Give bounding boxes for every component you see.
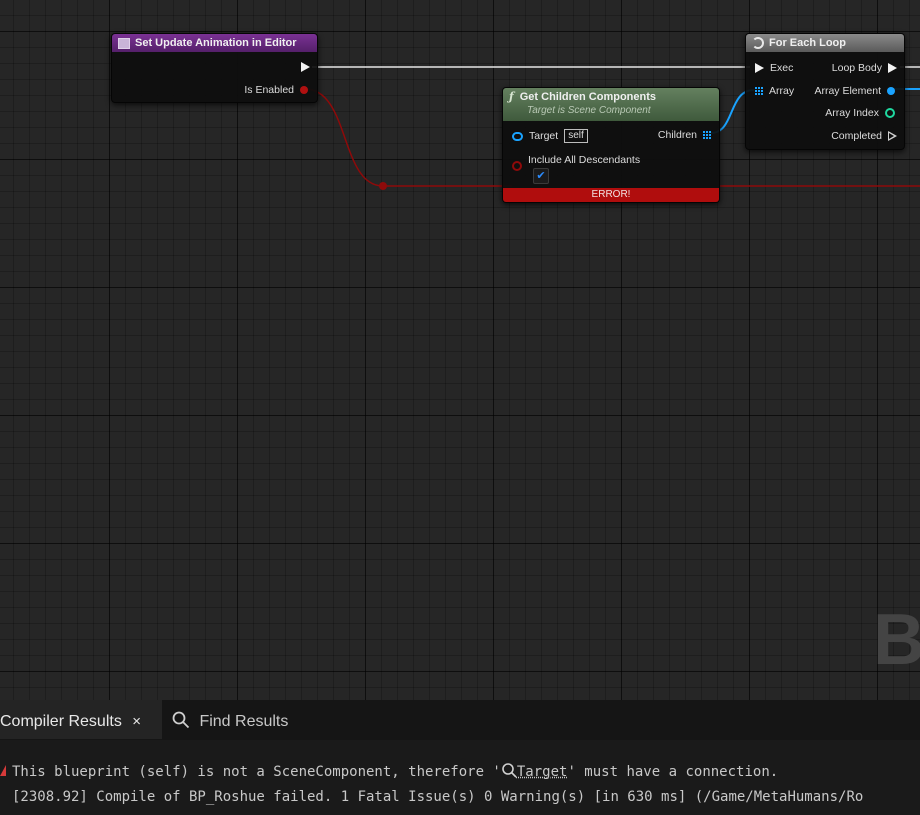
exec-arrow-outline-icon <box>888 131 897 141</box>
pin-label: Children <box>657 129 697 141</box>
tab-label: Compiler Results <box>0 713 122 730</box>
include-descendants-checkbox[interactable]: ✔ <box>533 168 549 184</box>
pin-label: Array Element <box>814 85 881 97</box>
compiler-results-panel: Compiler Results × Find Results This blu… <box>0 700 920 815</box>
is-enabled-pin[interactable]: Is Enabled <box>244 84 308 96</box>
bool-wire[interactable] <box>304 88 512 187</box>
node-for-each-loop[interactable]: For Each Loop Exec Array Loop Body Array… <box>745 33 905 150</box>
completed-pin[interactable]: Completed <box>831 130 897 142</box>
target-link[interactable]: Target <box>517 764 568 780</box>
pin-label: Array <box>769 85 795 97</box>
object-pin-icon <box>887 87 895 95</box>
target-pin[interactable]: Target self <box>512 129 588 143</box>
bool-pin-icon <box>512 161 522 171</box>
pin-label: Is Enabled <box>244 84 294 96</box>
node-set-update-animation[interactable]: Set Update Animation in Editor Is Enable… <box>111 33 318 103</box>
array-in-pin[interactable]: Array <box>755 85 794 97</box>
compiler-error-message[interactable]: This blueprint (self) is not a SceneComp… <box>12 762 778 780</box>
search-icon <box>502 763 517 778</box>
exec-out-pin[interactable] <box>301 62 310 72</box>
array-index-pin[interactable]: Array Index <box>825 107 895 119</box>
pin-label: Completed <box>831 130 882 142</box>
pin-label: Target <box>529 130 559 142</box>
loop-body-pin[interactable]: Loop Body <box>832 62 897 74</box>
node-title: Get Children Components <box>519 91 657 103</box>
function-icon <box>118 37 130 49</box>
loop-icon <box>752 37 764 49</box>
close-icon[interactable]: × <box>132 713 141 730</box>
object-pin-icon <box>512 131 523 141</box>
exec-arrow-icon <box>301 62 310 72</box>
node-subtitle: Target is Scene Component <box>527 105 651 116</box>
error-icon <box>0 765 6 776</box>
self-default-box[interactable]: self <box>564 129 588 143</box>
include-descendants-pin[interactable]: Include All Descendants ✔ <box>512 154 640 184</box>
node-title: Set Update Animation in Editor <box>135 37 297 49</box>
node-header: For Each Loop <box>746 34 904 52</box>
search-icon <box>172 711 190 729</box>
graph-watermark: B <box>873 600 920 680</box>
exec-in-pin[interactable]: Exec <box>755 62 793 74</box>
pin-label: Loop Body <box>831 62 882 74</box>
function-f-icon: ƒ <box>509 90 514 103</box>
array-pin-icon <box>755 87 763 95</box>
pin-label: Array Index <box>825 107 879 119</box>
checkmark-icon: ✔ <box>536 170 546 182</box>
bool-pin-icon <box>300 86 308 94</box>
integer-pin-icon <box>885 108 895 118</box>
compiler-log-line: [2308.92] Compile of BP_Roshue failed. 1… <box>12 789 864 805</box>
pin-label: Include All Descendants <box>528 154 641 166</box>
array-pin-icon <box>703 131 711 139</box>
node-get-children-components[interactable]: ƒ Get Children Components Target is Scen… <box>502 87 720 203</box>
node-title: For Each Loop <box>769 37 846 49</box>
pin-label: Exec <box>770 62 794 74</box>
exec-arrow-icon <box>755 63 764 73</box>
children-pin[interactable]: Children <box>658 129 711 141</box>
exec-arrow-icon <box>888 63 897 73</box>
wire-reroute-knot[interactable] <box>379 182 387 190</box>
node-header: ƒ Get Children Components Target is Scen… <box>503 88 719 121</box>
panel-tab-bar: Compiler Results × Find Results <box>0 700 920 740</box>
blueprint-graph[interactable]: Set Update Animation in Editor Is Enable… <box>0 0 920 700</box>
array-element-pin[interactable]: Array Element <box>814 85 895 97</box>
tab-compiler-results[interactable]: Compiler Results × <box>0 700 162 739</box>
error-bar: ERROR! <box>503 188 719 202</box>
node-header: Set Update Animation in Editor <box>112 34 317 52</box>
tab-find-results[interactable]: Find Results <box>172 700 288 739</box>
tab-label: Find Results <box>199 713 289 730</box>
